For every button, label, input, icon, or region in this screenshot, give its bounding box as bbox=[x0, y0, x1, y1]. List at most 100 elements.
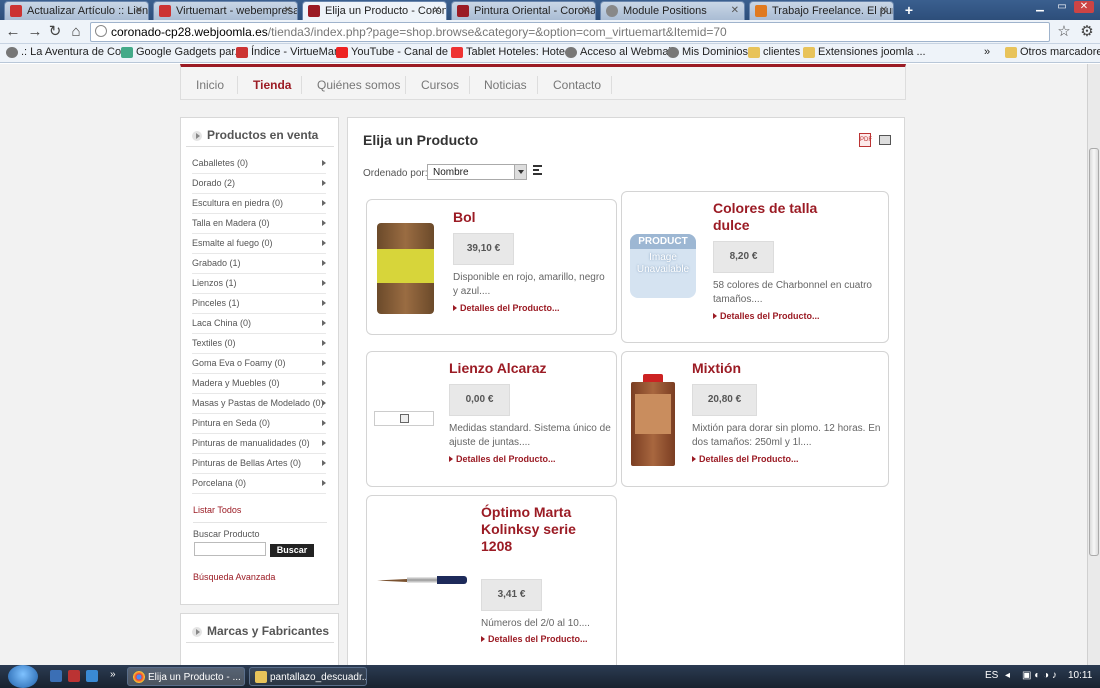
category-item[interactable]: Escultura en piedra (0) bbox=[192, 194, 326, 214]
minimize-button[interactable]: ▁ bbox=[1030, 1, 1050, 13]
close-icon[interactable]: ✕ bbox=[880, 5, 888, 16]
print-icon[interactable] bbox=[879, 135, 891, 145]
category-item[interactable]: Dorado (2) bbox=[192, 174, 326, 194]
menu-tienda[interactable]: Tienda bbox=[253, 78, 291, 92]
language-indicator[interactable]: ES bbox=[985, 670, 998, 681]
menu-contacto[interactable]: Contacto bbox=[553, 78, 601, 92]
scrollbar-thumb[interactable] bbox=[1089, 148, 1099, 556]
virtuemart-icon bbox=[236, 47, 248, 58]
page-info-icon[interactable] bbox=[95, 25, 107, 37]
category-item[interactable]: Masas y Pastas de Modelado (0) bbox=[192, 394, 326, 414]
quick-launch-overflow[interactable]: » bbox=[110, 669, 116, 680]
bookmark-item[interactable]: Índice - VirtueMart bbox=[236, 46, 341, 58]
product-name-link[interactable]: Bol bbox=[453, 209, 603, 226]
browser-tab-6[interactable]: Trabajo Freelance. El punto ✕ bbox=[749, 1, 894, 20]
menu-quienes-somos[interactable]: Quiénes somos bbox=[317, 78, 400, 92]
bookmark-folder[interactable]: clientes bbox=[748, 46, 800, 58]
chevron-right-icon bbox=[322, 440, 326, 446]
product-name-link[interactable]: Colores de talla dulce bbox=[713, 200, 833, 234]
bookmark-item[interactable]: Tablet Hoteles: Hote... bbox=[451, 46, 574, 58]
product-details-link[interactable]: Detalles del Producto... bbox=[449, 454, 556, 464]
list-all-link[interactable]: Listar Todos bbox=[193, 505, 241, 515]
product-image[interactable] bbox=[374, 223, 437, 314]
wrench-icon[interactable]: ⚙ bbox=[1078, 23, 1096, 41]
tray-expand-icon[interactable]: ◂ bbox=[1005, 670, 1010, 681]
star-icon[interactable]: ☆ bbox=[1055, 23, 1073, 41]
close-icon[interactable]: ✕ bbox=[582, 5, 590, 16]
category-item[interactable]: Porcelana (0) bbox=[192, 474, 326, 494]
menu-cursos[interactable]: Cursos bbox=[421, 78, 459, 92]
browser-tab-2[interactable]: Virtuemart - webempresa.ju ✕ bbox=[153, 1, 298, 20]
close-icon[interactable]: ✕ bbox=[433, 5, 441, 16]
category-item[interactable]: Goma Eva o Foamy (0) bbox=[192, 354, 326, 374]
bookmark-item[interactable]: Acceso al Webmail bbox=[565, 46, 673, 58]
close-icon[interactable]: ✕ bbox=[731, 5, 739, 16]
other-bookmarks-folder[interactable]: Otros marcadores bbox=[1005, 46, 1100, 58]
menu-separator bbox=[537, 76, 538, 94]
brush-image[interactable] bbox=[377, 574, 467, 586]
forward-button[interactable]: → bbox=[26, 23, 44, 41]
back-button[interactable]: ← bbox=[4, 23, 22, 41]
close-icon[interactable]: ✕ bbox=[135, 5, 143, 16]
image-unavailable-placeholder[interactable]: PRODUCT Image Unavailable bbox=[630, 234, 696, 298]
reload-button[interactable]: ↻ bbox=[46, 23, 64, 41]
category-item[interactable]: Lienzos (1) bbox=[192, 274, 326, 294]
browser-tab-5[interactable]: Module Positions ✕ bbox=[600, 1, 745, 20]
brush-handle bbox=[437, 576, 467, 584]
bookmarks-overflow-button[interactable]: » bbox=[984, 46, 990, 58]
sort-direction-icon[interactable] bbox=[533, 165, 542, 175]
broken-image-icon[interactable] bbox=[374, 411, 434, 426]
category-item[interactable]: Pinturas de manualidades (0) bbox=[192, 434, 326, 454]
category-item[interactable]: Laca China (0) bbox=[192, 314, 326, 334]
show-desktop-icon[interactable] bbox=[50, 670, 62, 682]
pdf-icon[interactable]: PDF bbox=[859, 133, 872, 147]
bookmark-item[interactable]: Mis Dominios bbox=[667, 46, 748, 58]
category-item[interactable]: Pinceles (1) bbox=[192, 294, 326, 314]
product-details-link[interactable]: Detalles del Producto... bbox=[453, 303, 560, 313]
maximize-button[interactable]: ▭ bbox=[1052, 1, 1072, 13]
bookmark-folder[interactable]: Extensiones joomla ... bbox=[803, 46, 926, 58]
category-item[interactable]: Talla en Madera (0) bbox=[192, 214, 326, 234]
product-name-link[interactable]: Mixtión bbox=[692, 360, 842, 377]
bookmark-item[interactable]: Google Gadgets par... bbox=[121, 46, 244, 58]
category-item[interactable]: Pinturas de Bellas Artes (0) bbox=[192, 454, 326, 474]
home-button[interactable]: ⌂ bbox=[67, 23, 85, 41]
category-item[interactable]: Esmalte al fuego (0) bbox=[192, 234, 326, 254]
menu-noticias[interactable]: Noticias bbox=[484, 78, 527, 92]
folder-icon bbox=[748, 47, 760, 58]
new-tab-button[interactable]: + bbox=[900, 2, 918, 18]
start-button[interactable] bbox=[8, 665, 38, 688]
search-input[interactable] bbox=[194, 542, 266, 556]
product-name-link[interactable]: Lienzo Alcaraz bbox=[449, 360, 599, 377]
browser-tab-3-active[interactable]: Elija un Producto - Corona ✕ bbox=[302, 1, 447, 21]
close-icon[interactable]: ✕ bbox=[284, 5, 292, 16]
product-image[interactable] bbox=[629, 374, 677, 466]
taskbar-chrome[interactable]: Elija un Producto - ... bbox=[127, 667, 245, 686]
advanced-search-link[interactable]: Búsqueda Avanzada bbox=[193, 572, 275, 582]
tray-icons[interactable]: ▣ ◐ ◑ ♪ bbox=[1022, 670, 1057, 681]
category-item[interactable]: Caballetes (0) bbox=[192, 154, 326, 174]
clock[interactable]: 10:11 bbox=[1068, 670, 1092, 681]
category-item[interactable]: Pintura en Seda (0) bbox=[192, 414, 326, 434]
browser-tab-1[interactable]: Actualizar Artículo :: Lienzo ✕ bbox=[4, 1, 149, 20]
product-details-link[interactable]: Detalles del Producto... bbox=[713, 311, 820, 321]
product-description: 58 colores de Charbonnel en cuatro tamañ… bbox=[713, 280, 872, 305]
search-button[interactable]: Buscar bbox=[270, 544, 314, 557]
menu-inicio[interactable]: Inicio bbox=[196, 78, 224, 92]
category-item[interactable]: Madera y Muebles (0) bbox=[192, 374, 326, 394]
taskbar-paint[interactable]: pantallazo_descuadr... bbox=[249, 667, 367, 686]
category-item[interactable]: Textiles (0) bbox=[192, 334, 326, 354]
sort-select[interactable]: Nombre bbox=[427, 164, 527, 180]
bookmark-item[interactable]: YouTube - Canal de ... bbox=[336, 46, 460, 58]
app-icon[interactable] bbox=[86, 670, 98, 682]
bookmark-item[interactable]: .: La Aventura de Co... bbox=[6, 46, 130, 58]
acrobat-icon[interactable] bbox=[68, 670, 80, 682]
address-bar[interactable]: coronado-cp28.webjoomla.es/tienda3/index… bbox=[90, 22, 1050, 42]
browser-tab-strip: Actualizar Artículo :: Lienzo ✕ Virtuemar… bbox=[0, 0, 1100, 21]
browser-tab-4[interactable]: Pintura Oriental - Coronado ✕ bbox=[451, 1, 596, 20]
category-item[interactable]: Grabado (1) bbox=[192, 254, 326, 274]
product-details-link[interactable]: Detalles del Producto... bbox=[481, 634, 588, 644]
product-name-link[interactable]: Óptimo Marta Kolinksy serie 1208 bbox=[481, 504, 591, 555]
close-window-button[interactable]: ✕ bbox=[1074, 1, 1094, 13]
product-details-link[interactable]: Detalles del Producto... bbox=[692, 454, 799, 464]
